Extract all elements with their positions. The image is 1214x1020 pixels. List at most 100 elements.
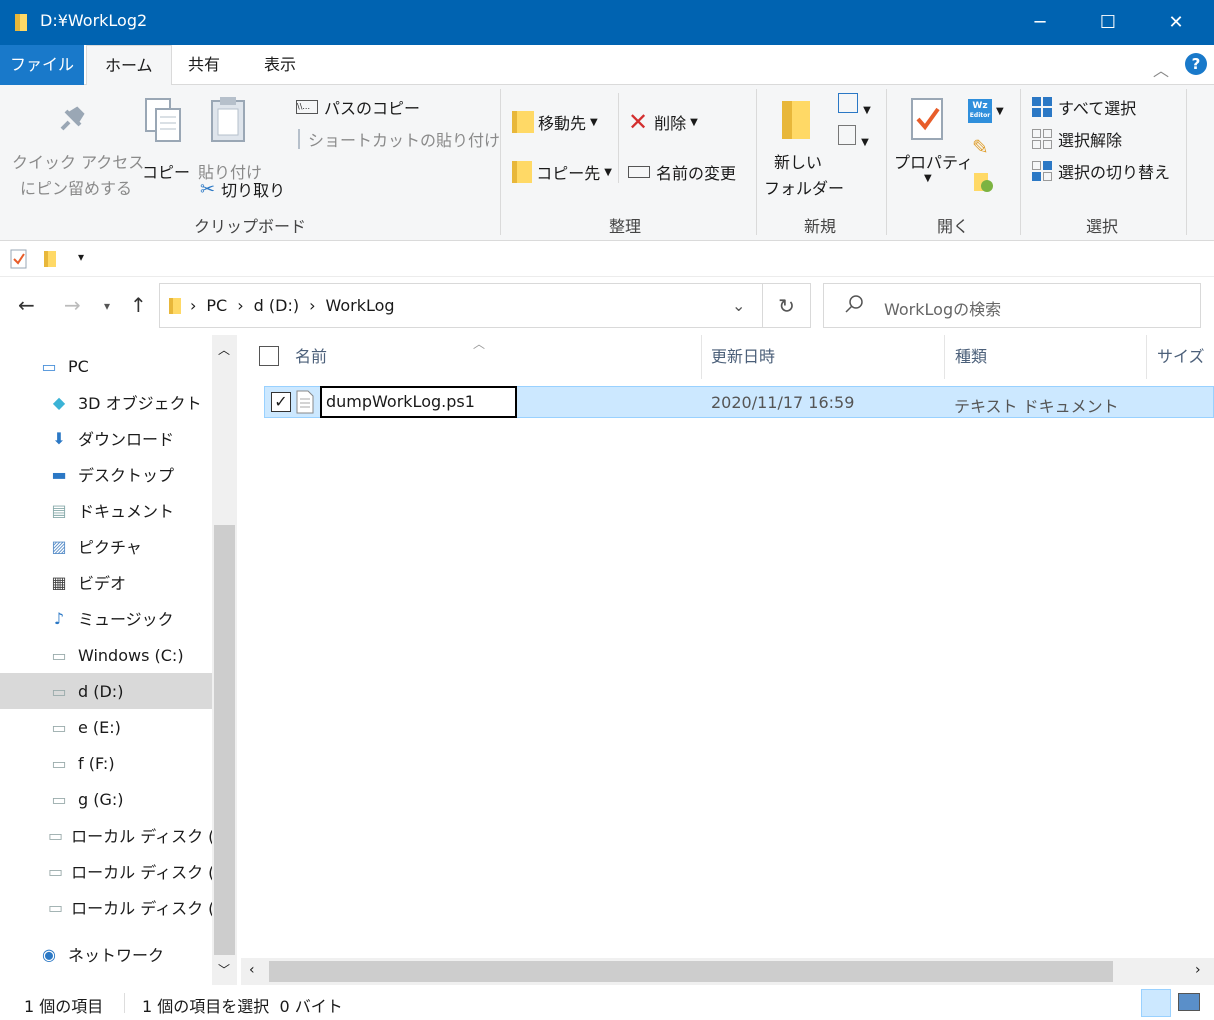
tab-file[interactable]: ファイル	[0, 45, 84, 85]
scroll-left-icon[interactable]: ‹	[249, 962, 255, 978]
collapse-ribbon-icon[interactable]: ︿	[1153, 57, 1169, 81]
tab-home[interactable]: ホーム	[86, 45, 172, 86]
nav-item[interactable]: ▭ Windows (C:)	[0, 637, 212, 673]
nav-item[interactable]: ▦ ビデオ	[0, 564, 212, 600]
select-none-label: 選択解除	[1058, 131, 1123, 150]
wz-editor-button[interactable]: Wz Editor ▼	[968, 97, 1012, 125]
wz-editor-label: Editor	[969, 112, 991, 119]
breadcrumb-d-drive[interactable]: d (D:)	[254, 296, 299, 315]
history-icon[interactable]	[972, 171, 994, 193]
back-arrow-icon[interactable]: ←	[18, 293, 35, 317]
column-header-type[interactable]: 種類	[955, 343, 987, 367]
scroll-up-icon[interactable]: ︿	[218, 341, 230, 358]
rename-button[interactable]: 名前の変更	[628, 159, 748, 185]
folder-icon	[168, 296, 182, 316]
details-view-icon[interactable]	[1141, 989, 1171, 1017]
horizontal-scrollbar[interactable]: ‹ ›	[241, 958, 1214, 985]
document-icon: ▤	[51, 500, 67, 520]
dropdown-arrow-icon: ▼	[861, 137, 869, 148]
nav-item[interactable]: ▭ g (G:)	[0, 781, 212, 817]
copy-button[interactable]: コピー	[138, 95, 190, 182]
invert-selection-button[interactable]: 選択の切り替え	[1032, 159, 1202, 183]
drive-icon: ▭	[51, 645, 67, 665]
nav-item[interactable]: ▭ ローカル ディスク (H:)	[0, 817, 212, 853]
column-header-size[interactable]: サイズ	[1157, 343, 1205, 367]
nav-item[interactable]: ♪ ミュージック	[0, 600, 212, 636]
minimize-button[interactable]: ─	[1006, 0, 1074, 45]
large-icons-view-icon[interactable]	[1178, 993, 1200, 1011]
pin-quick-access-button[interactable]: クイック アクセス にピン留めする	[10, 95, 144, 205]
chevron-down-icon[interactable]: ⌄	[732, 296, 745, 315]
nav-item-label: デスクトップ	[78, 466, 175, 485]
column-header-name[interactable]: 名前	[295, 343, 327, 367]
column-header-modified[interactable]: 更新日時	[711, 343, 775, 367]
rename-input[interactable]: dumpWorkLog.ps1	[320, 386, 517, 418]
select-all-checkbox[interactable]	[259, 346, 279, 366]
nav-item-label: d (D:)	[78, 681, 124, 701]
nav-scrollbar[interactable]: ︿ ﹀	[212, 335, 237, 985]
nav-item[interactable]: ▬ デスクトップ	[0, 456, 212, 492]
ribbon: クイック アクセス にピン留めする コピー 貼り付け \\... パスのコピー …	[0, 85, 1214, 241]
new-item-button[interactable]: ▼	[838, 93, 878, 117]
quick-access-toolbar: ▾	[0, 241, 1214, 277]
properties-icon	[910, 97, 946, 141]
new-folder-icon	[780, 97, 814, 143]
scroll-thumb[interactable]	[269, 961, 1113, 982]
refresh-button[interactable]: ↻	[763, 283, 811, 328]
customize-toolbar-icon[interactable]: ▾	[78, 250, 84, 264]
nav-item[interactable]: ▭ ローカル ディスク (J:)	[0, 889, 212, 925]
select-none-button[interactable]: 選択解除	[1032, 127, 1192, 151]
copy-path-button[interactable]: \\... パスのコピー	[296, 95, 496, 119]
paste-button[interactable]: 貼り付け	[196, 95, 262, 182]
select-all-button[interactable]: すべて選択	[1032, 95, 1192, 119]
nav-item[interactable]: ▭ PC	[0, 348, 212, 384]
edit-icon[interactable]: ✎	[972, 135, 989, 159]
nav-item[interactable]: ▭ ローカル ディスク (I:)	[0, 853, 212, 889]
delete-button[interactable]: ✕ 削除 ▼	[628, 108, 718, 136]
close-button[interactable]: ✕	[1142, 0, 1210, 45]
forward-arrow-icon[interactable]: →	[64, 293, 81, 317]
copy-to-button[interactable]: コピー先 ▼	[512, 159, 612, 185]
scroll-down-icon[interactable]: ﹀	[218, 961, 230, 978]
invert-selection-icon	[1032, 161, 1052, 181]
nav-item[interactable]: ▭ d (D:)	[0, 673, 212, 709]
cube-icon: ◆	[52, 392, 66, 412]
column-divider[interactable]	[701, 335, 702, 379]
nav-item-label: ローカル ディスク (I:)	[71, 863, 212, 882]
move-to-icon	[512, 111, 534, 133]
tab-share[interactable]: 共有	[170, 45, 238, 85]
new-folder-label-2: フォルダー	[764, 179, 845, 198]
nav-item[interactable]: ▭ f (F:)	[0, 745, 212, 781]
paste-shortcut-button[interactable]: ショートカットの貼り付け	[296, 127, 500, 151]
properties-button[interactable]: プロパティ ▼	[892, 95, 973, 195]
tab-view[interactable]: 表示	[246, 45, 314, 85]
nav-item[interactable]: ▤ ドキュメント	[0, 492, 212, 528]
row-checkbox[interactable]: ✓	[271, 392, 291, 412]
address-bar[interactable]: › PC › d (D:) › WorkLog ⌄	[159, 283, 763, 328]
move-to-button[interactable]: 移動先 ▼	[512, 109, 612, 135]
table-row[interactable]: ✓ dumpWorkLog.ps1 2020/11/17 16:59 テキスト …	[264, 386, 1214, 418]
nav-item[interactable]: ◉ ネットワーク	[0, 936, 212, 972]
maximize-button[interactable]: ☐	[1074, 0, 1142, 45]
easy-access-button[interactable]: ▼	[838, 125, 878, 149]
scroll-right-icon[interactable]: ›	[1195, 962, 1201, 978]
column-divider[interactable]	[1146, 335, 1147, 379]
search-box[interactable]: WorkLogの検索	[823, 283, 1201, 328]
up-arrow-icon[interactable]: ↑	[130, 293, 147, 317]
recent-locations-icon[interactable]: ▾	[104, 299, 110, 313]
new-folder-icon[interactable]	[42, 249, 58, 269]
nav-item[interactable]: ▭ e (E:)	[0, 709, 212, 745]
help-icon[interactable]: ?	[1185, 53, 1207, 75]
properties-icon[interactable]	[10, 249, 28, 269]
nav-item[interactable]: ▨ ピクチャ	[0, 528, 212, 564]
nav-item[interactable]: ⬇ ダウンロード	[0, 420, 212, 456]
column-divider[interactable]	[944, 335, 945, 379]
scroll-thumb[interactable]	[214, 525, 235, 955]
cut-button[interactable]: ✂ 切り取り	[200, 177, 300, 201]
pc-icon: ▭	[41, 356, 57, 376]
new-folder-button[interactable]: 新しい フォルダー	[762, 95, 844, 205]
breadcrumb-worklog[interactable]: WorkLog	[325, 296, 394, 315]
nav-item[interactable]: ◆ 3D オブジェクト	[0, 384, 212, 420]
breadcrumb-pc[interactable]: PC	[206, 296, 227, 315]
copy-path-label: パスのコピー	[324, 99, 421, 118]
